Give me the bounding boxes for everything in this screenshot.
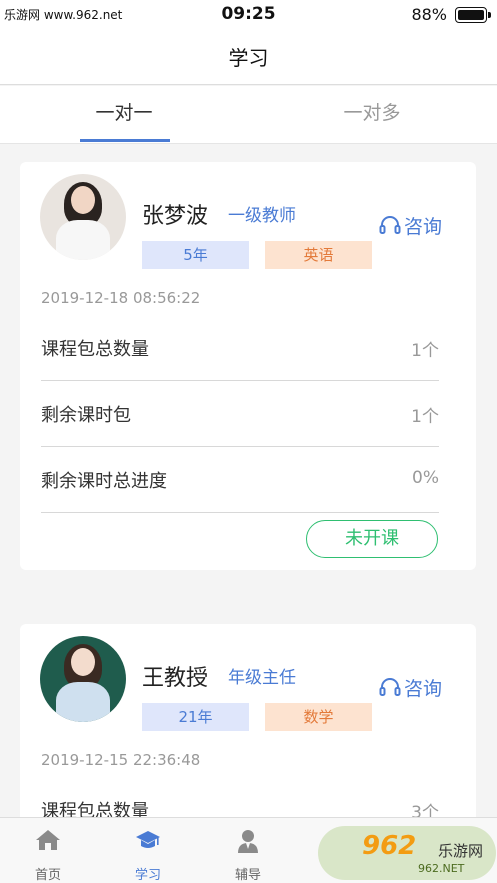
headset-icon	[379, 216, 401, 234]
status-bar: 乐游网 www.962.net 09:25 88%	[0, 0, 497, 30]
tutor-person-icon	[238, 830, 258, 853]
subject-tag: 英语	[265, 241, 372, 269]
list-item: 剩余课时包 1个	[41, 381, 439, 447]
tab-one-to-many[interactable]: 一对多	[248, 86, 496, 144]
home-icon	[36, 830, 60, 850]
consult-button[interactable]: 咨询	[378, 674, 442, 700]
row-value: 1个	[411, 407, 439, 427]
teacher-avatar	[40, 174, 126, 260]
teaching-years-tag: 21年	[142, 703, 249, 731]
teacher-title: 一级教师	[228, 206, 296, 226]
headset-icon	[379, 678, 401, 696]
class-type-tabs: 一对一 一对多	[0, 86, 497, 144]
tab-study[interactable]: 学习	[108, 818, 188, 883]
row-label: 剩余课时包	[41, 405, 131, 426]
consult-label: 咨询	[404, 677, 443, 700]
active-tab-indicator	[80, 139, 170, 142]
graduation-cap-icon	[136, 831, 160, 848]
teacher-name: 王教授	[142, 666, 209, 691]
course-card[interactable]: 张梦波 一级教师 咨询 5年 英语 2019-12-18 08:56:22 课程…	[20, 162, 476, 570]
watermark-brand: 962	[362, 831, 417, 861]
list-item: 剩余课时总进度 0%	[41, 447, 439, 513]
purchase-date: 2019-12-15 22:36:48	[41, 751, 201, 769]
teacher-avatar	[40, 636, 126, 722]
battery-percentage: 88%	[411, 5, 447, 24]
subject-tag: 数学	[265, 703, 372, 731]
teacher-title: 年级主任	[228, 668, 296, 688]
battery-icon	[455, 7, 491, 23]
nav-bar: 学习	[0, 30, 497, 85]
row-value: 0%	[412, 468, 439, 488]
tab-one-on-one[interactable]: 一对一	[0, 86, 248, 144]
teacher-name: 张梦波	[142, 204, 209, 229]
row-label: 剩余课时总进度	[41, 471, 167, 492]
site-watermark-badge: 962 乐游网 962.NET	[318, 826, 496, 880]
page-title: 学习	[228, 46, 269, 70]
tab-tutor[interactable]: 辅导	[208, 818, 288, 883]
course-status-button[interactable]: 未开课	[306, 520, 438, 558]
consult-button[interactable]: 咨询	[378, 212, 442, 238]
consult-label: 咨询	[404, 215, 443, 238]
row-value: 1个	[411, 341, 439, 361]
watermark-name: 乐游网	[438, 842, 484, 860]
tab-home[interactable]: 首页	[8, 818, 88, 883]
row-label: 课程包总数量	[41, 339, 149, 360]
tab-study-label: 学习	[134, 868, 161, 883]
tab-home-label: 首页	[34, 868, 61, 883]
teaching-years-tag: 5年	[142, 241, 249, 269]
list-item: 课程包总数量 1个	[41, 315, 439, 381]
purchase-date: 2019-12-18 08:56:22	[41, 289, 201, 307]
watermark-url: 962.NET	[418, 862, 465, 875]
tab-tutor-label: 辅导	[234, 868, 261, 883]
